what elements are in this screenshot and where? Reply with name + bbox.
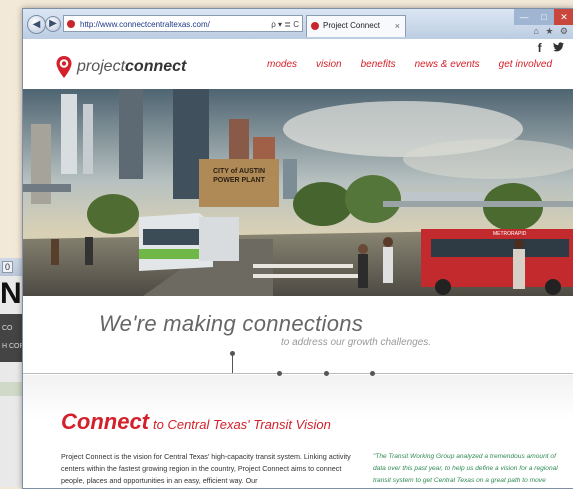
section-title-bold: Connect — [61, 409, 149, 434]
pull-quote: "The Transit Working Group analyzed a tr… — [373, 453, 558, 484]
logo-prefix: project — [77, 58, 126, 75]
url-text: http://www.connectcentraltexas.com/ — [80, 20, 210, 29]
power-plant-sign-line1: CITY of AUSTIN — [213, 168, 265, 175]
power-plant-sign-line2: POWER PLANT — [213, 177, 265, 184]
nav-benefits[interactable]: benefits — [361, 59, 396, 70]
nav-news-events[interactable]: news & events — [415, 59, 480, 70]
main-navigation: modes vision benefits news & events get … — [267, 59, 571, 70]
tab-project-connect[interactable]: Project Connect × — [306, 15, 406, 37]
nav-get-involved[interactable]: get involved — [499, 59, 552, 70]
back-arrow-icon: ◀ — [32, 19, 41, 30]
tab-close-icon[interactable]: × — [395, 16, 400, 36]
timeline-marker[interactable] — [370, 371, 375, 376]
subtagline: to address our growth challenges. — [281, 337, 432, 348]
timeline-marker[interactable] — [324, 371, 329, 376]
web-page: f projectconnect modes vision benefits n… — [23, 39, 573, 488]
location-pin-icon — [56, 56, 72, 78]
timeline — [23, 351, 573, 376]
toolbar-icons[interactable]: ⌂ ★ ⚙ — [533, 26, 570, 37]
close-window-button[interactable]: ✕ — [554, 9, 573, 25]
tagline: We're making connections — [99, 311, 364, 336]
browser-toolbar: ◀ ▶ http://www.connectcentraltexas.com/ … — [23, 9, 573, 39]
timeline-marker[interactable] — [277, 371, 282, 376]
hero-illustration: CITY of AUSTIN POWER PLANT METRORAPID — [23, 89, 573, 296]
hero-image: CITY of AUSTIN POWER PLANT METRORAPID — [23, 89, 573, 296]
intro-paragraph: Project Connect is the vision for Centra… — [61, 452, 351, 485]
minimize-button[interactable]: — — [514, 9, 534, 25]
forward-arrow-icon: ▶ — [49, 18, 57, 29]
section-title-rest: to Central Texas' Transit Vision — [153, 417, 331, 432]
timeline-marker[interactable] — [230, 351, 235, 356]
tab-title: Project Connect — [323, 21, 380, 30]
site-favicon-icon — [67, 20, 75, 28]
logo-suffix: connect — [125, 58, 187, 75]
logo-text: projectconnect — [77, 58, 186, 76]
back-button[interactable]: ◀ — [27, 15, 46, 34]
tab-favicon-icon — [311, 22, 319, 30]
social-links: f — [530, 41, 564, 55]
forward-button[interactable]: ▶ — [45, 16, 61, 32]
section-title: Connect to Central Texas' Transit Vision — [61, 409, 331, 435]
site-logo[interactable]: projectconnect — [55, 53, 186, 81]
background-tab[interactable]: 0 — [2, 261, 14, 273]
maximize-button[interactable]: □ — [534, 9, 554, 25]
facebook-icon[interactable]: f — [538, 41, 542, 55]
nav-vision[interactable]: vision — [316, 59, 342, 70]
browser-window: ◀ ▶ http://www.connectcentraltexas.com/ … — [22, 8, 573, 489]
timeline-stem — [232, 353, 233, 373]
nav-modes[interactable]: modes — [267, 59, 297, 70]
address-bar[interactable]: http://www.connectcentraltexas.com/ ρ ▾ … — [63, 15, 303, 32]
bus-route-sign: METRORAPID — [493, 231, 527, 237]
address-bar-controls[interactable]: ρ ▾ ≣ C — [271, 16, 299, 33]
twitter-icon[interactable] — [553, 41, 564, 55]
